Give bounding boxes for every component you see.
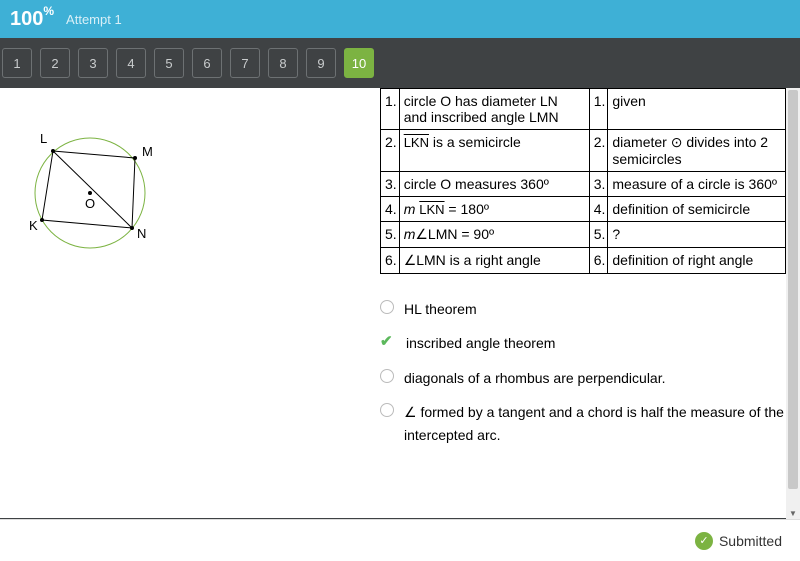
statement-cell: LKN is a semicircle — [399, 130, 589, 172]
table-row: 3.circle O measures 360º3.measure of a c… — [381, 172, 786, 197]
nav-item-6[interactable]: 6 — [192, 48, 222, 78]
label-O: O — [85, 196, 95, 211]
option-text: HL theorem — [404, 298, 477, 320]
table-row: 6. ∠LMN is a right angle6.definition of … — [381, 248, 786, 274]
radio-icon — [380, 369, 394, 383]
answer-option[interactable]: ✔ inscribed angle theorem — [380, 326, 786, 360]
table-row: 5.m∠LMN = 90º5.? — [381, 222, 786, 248]
scrollbar[interactable]: ▲ ▼ — [786, 88, 800, 519]
statement-number: 1. — [381, 89, 400, 130]
answer-option[interactable]: ∠ formed by a tangent and a chord is hal… — [380, 395, 786, 452]
option-text: inscribed angle theorem — [406, 332, 555, 354]
nav-item-3[interactable]: 3 — [78, 48, 108, 78]
reason-cell: definition of semicircle — [608, 197, 786, 222]
reason-number: 4. — [589, 197, 608, 222]
submitted-label: Submitted — [719, 533, 782, 549]
proof-table: 1.circle O has diameter LN and inscribed… — [380, 88, 786, 274]
reason-cell: given — [608, 89, 786, 130]
nav-item-5[interactable]: 5 — [154, 48, 184, 78]
reason-cell: ? — [608, 222, 786, 248]
reason-number: 5. — [589, 222, 608, 248]
reason-number: 6. — [589, 248, 608, 274]
statement-number: 5. — [381, 222, 400, 248]
footer-bar: ✓ Submitted — [0, 519, 800, 561]
reason-number: 3. — [589, 172, 608, 197]
reason-cell: measure of a circle is 360º — [608, 172, 786, 197]
score-header: 100% Attempt 1 — [0, 0, 800, 38]
nav-item-8[interactable]: 8 — [268, 48, 298, 78]
check-circle-icon: ✓ — [695, 532, 713, 550]
table-row: 4.m LKN = 180º4.definition of semicircle — [381, 197, 786, 222]
score-value: 100% — [10, 8, 54, 31]
statement-cell: m∠LMN = 90º — [399, 222, 589, 248]
radio-icon — [380, 403, 394, 417]
label-N: N — [137, 226, 146, 241]
reason-cell: definition of right angle — [608, 248, 786, 274]
answer-option[interactable]: diagonals of a rhombus are perpendicular… — [380, 361, 786, 395]
option-text: ∠ formed by a tangent and a chord is hal… — [404, 401, 786, 446]
left-panel: L M N K O — [0, 88, 380, 518]
statement-cell: m LKN = 180º — [399, 197, 589, 222]
nav-item-7[interactable]: 7 — [230, 48, 260, 78]
reason-number: 1. — [589, 89, 608, 130]
submitted-status: ✓ Submitted — [695, 532, 782, 550]
nav-item-4[interactable]: 4 — [116, 48, 146, 78]
content-area: L M N K O 1.circle O has diameter LN and… — [0, 88, 800, 518]
statement-number: 2. — [381, 130, 400, 172]
statement-cell: circle O measures 360º — [399, 172, 589, 197]
label-L: L — [40, 131, 47, 146]
attempt-label: Attempt 1 — [66, 12, 122, 27]
table-row: 2.LKN is a semicircle2.diameter ⊙ divide… — [381, 130, 786, 172]
check-icon: ✔ — [380, 332, 396, 346]
statement-cell: circle O has diameter LN and inscribed a… — [399, 89, 589, 130]
statement-number: 6. — [381, 248, 400, 274]
right-panel: 1.circle O has diameter LN and inscribed… — [380, 88, 800, 518]
radio-icon — [380, 300, 394, 314]
nav-item-10[interactable]: 10 — [344, 48, 374, 78]
table-row: 1.circle O has diameter LN and inscribed… — [381, 89, 786, 130]
question-nav: 123456789 10 — [0, 38, 800, 88]
statement-cell: ∠LMN is a right angle — [399, 248, 589, 274]
answer-option[interactable]: HL theorem — [380, 292, 786, 326]
nav-item-9[interactable]: 9 — [306, 48, 336, 78]
statement-number: 4. — [381, 197, 400, 222]
reason-number: 2. — [589, 130, 608, 172]
label-K: K — [29, 218, 38, 233]
nav-item-1[interactable]: 1 — [2, 48, 32, 78]
scroll-thumb[interactable] — [788, 90, 798, 489]
reason-cell: diameter ⊙ divides into 2 semicircles — [608, 130, 786, 172]
circle-diagram: L M N K O — [15, 108, 165, 258]
label-M: M — [142, 144, 153, 159]
option-text: diagonals of a rhombus are perpendicular… — [404, 367, 666, 389]
statement-number: 3. — [381, 172, 400, 197]
nav-item-2[interactable]: 2 — [40, 48, 70, 78]
scroll-down-icon[interactable]: ▼ — [788, 509, 798, 519]
answer-options: HL theorem ✔ inscribed angle theorem diago… — [380, 292, 786, 452]
